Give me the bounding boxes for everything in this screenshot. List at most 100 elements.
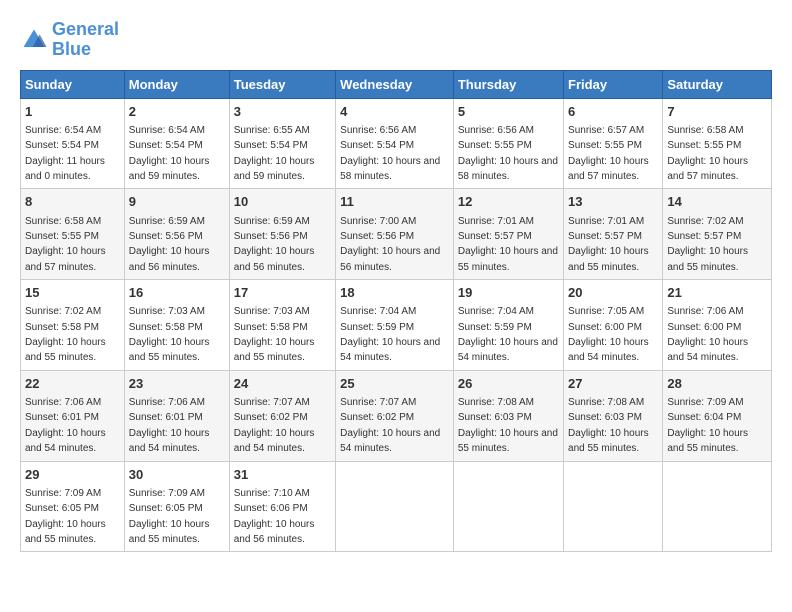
day-sunrise: Sunrise: 7:07 AM xyxy=(234,397,310,408)
weekday-header-saturday: Saturday xyxy=(663,70,772,98)
day-daylight: Daylight: 10 hours and 56 minutes. xyxy=(234,519,315,545)
calendar-cell: 4 Sunrise: 6:56 AM Sunset: 5:54 PM Dayli… xyxy=(336,98,454,189)
calendar-cell: 27 Sunrise: 7:08 AM Sunset: 6:03 PM Dayl… xyxy=(564,370,663,461)
calendar-cell: 19 Sunrise: 7:04 AM Sunset: 5:59 PM Dayl… xyxy=(453,280,563,371)
day-sunrise: Sunrise: 6:54 AM xyxy=(129,125,205,136)
day-number: 4 xyxy=(340,103,449,121)
day-sunset: Sunset: 6:00 PM xyxy=(568,322,642,333)
day-daylight: Daylight: 10 hours and 54 minutes. xyxy=(129,428,210,454)
day-sunset: Sunset: 6:01 PM xyxy=(129,412,203,423)
day-daylight: Daylight: 10 hours and 57 minutes. xyxy=(667,156,748,182)
weekday-header-tuesday: Tuesday xyxy=(229,70,335,98)
day-daylight: Daylight: 10 hours and 56 minutes. xyxy=(129,246,210,272)
day-sunset: Sunset: 5:59 PM xyxy=(458,322,532,333)
day-sunset: Sunset: 5:55 PM xyxy=(568,140,642,151)
calendar-cell: 21 Sunrise: 7:06 AM Sunset: 6:00 PM Dayl… xyxy=(663,280,772,371)
day-number: 17 xyxy=(234,284,331,302)
day-daylight: Daylight: 10 hours and 55 minutes. xyxy=(458,246,558,272)
day-sunrise: Sunrise: 7:06 AM xyxy=(667,306,743,317)
day-daylight: Daylight: 10 hours and 56 minutes. xyxy=(340,246,440,272)
day-sunrise: Sunrise: 7:01 AM xyxy=(458,216,534,227)
day-sunset: Sunset: 5:55 PM xyxy=(667,140,741,151)
day-sunset: Sunset: 5:54 PM xyxy=(234,140,308,151)
week-row-5: 29 Sunrise: 7:09 AM Sunset: 6:05 PM Dayl… xyxy=(21,461,772,552)
day-daylight: Daylight: 10 hours and 54 minutes. xyxy=(25,428,106,454)
day-sunset: Sunset: 6:03 PM xyxy=(568,412,642,423)
day-daylight: Daylight: 10 hours and 54 minutes. xyxy=(667,337,748,363)
day-sunrise: Sunrise: 7:06 AM xyxy=(129,397,205,408)
day-sunset: Sunset: 6:04 PM xyxy=(667,412,741,423)
day-number: 12 xyxy=(458,193,559,211)
day-number: 20 xyxy=(568,284,658,302)
calendar-cell: 23 Sunrise: 7:06 AM Sunset: 6:01 PM Dayl… xyxy=(124,370,229,461)
day-sunset: Sunset: 6:02 PM xyxy=(340,412,414,423)
calendar-cell xyxy=(564,461,663,552)
day-daylight: Daylight: 10 hours and 54 minutes. xyxy=(234,428,315,454)
calendar-cell: 28 Sunrise: 7:09 AM Sunset: 6:04 PM Dayl… xyxy=(663,370,772,461)
day-sunrise: Sunrise: 7:05 AM xyxy=(568,306,644,317)
day-sunrise: Sunrise: 7:09 AM xyxy=(667,397,743,408)
day-sunset: Sunset: 5:57 PM xyxy=(568,231,642,242)
weekday-header-friday: Friday xyxy=(564,70,663,98)
day-number: 31 xyxy=(234,466,331,484)
day-number: 2 xyxy=(129,103,225,121)
day-sunrise: Sunrise: 6:57 AM xyxy=(568,125,644,136)
day-daylight: Daylight: 10 hours and 54 minutes. xyxy=(340,428,440,454)
page-header: General Blue xyxy=(20,20,772,60)
day-sunset: Sunset: 5:54 PM xyxy=(340,140,414,151)
weekday-header-monday: Monday xyxy=(124,70,229,98)
day-sunrise: Sunrise: 7:04 AM xyxy=(458,306,534,317)
logo-text: General Blue xyxy=(52,20,119,60)
calendar-cell xyxy=(453,461,563,552)
day-daylight: Daylight: 10 hours and 55 minutes. xyxy=(25,519,106,545)
calendar-cell: 30 Sunrise: 7:09 AM Sunset: 6:05 PM Dayl… xyxy=(124,461,229,552)
day-number: 27 xyxy=(568,375,658,393)
day-daylight: Daylight: 10 hours and 55 minutes. xyxy=(458,428,558,454)
day-sunset: Sunset: 5:58 PM xyxy=(234,322,308,333)
day-number: 25 xyxy=(340,375,449,393)
day-number: 3 xyxy=(234,103,331,121)
day-sunrise: Sunrise: 7:03 AM xyxy=(129,306,205,317)
calendar-cell: 26 Sunrise: 7:08 AM Sunset: 6:03 PM Dayl… xyxy=(453,370,563,461)
day-number: 9 xyxy=(129,193,225,211)
day-sunrise: Sunrise: 6:55 AM xyxy=(234,125,310,136)
calendar-cell: 8 Sunrise: 6:58 AM Sunset: 5:55 PM Dayli… xyxy=(21,189,125,280)
calendar-cell: 25 Sunrise: 7:07 AM Sunset: 6:02 PM Dayl… xyxy=(336,370,454,461)
day-sunrise: Sunrise: 7:02 AM xyxy=(25,306,101,317)
day-daylight: Daylight: 10 hours and 54 minutes. xyxy=(340,337,440,363)
calendar-table: SundayMondayTuesdayWednesdayThursdayFrid… xyxy=(20,70,772,553)
day-sunset: Sunset: 6:06 PM xyxy=(234,503,308,514)
day-number: 13 xyxy=(568,193,658,211)
calendar-cell: 15 Sunrise: 7:02 AM Sunset: 5:58 PM Dayl… xyxy=(21,280,125,371)
calendar-cell xyxy=(336,461,454,552)
calendar-cell xyxy=(663,461,772,552)
calendar-cell: 29 Sunrise: 7:09 AM Sunset: 6:05 PM Dayl… xyxy=(21,461,125,552)
day-sunset: Sunset: 5:59 PM xyxy=(340,322,414,333)
day-daylight: Daylight: 10 hours and 55 minutes. xyxy=(25,337,106,363)
calendar-cell: 3 Sunrise: 6:55 AM Sunset: 5:54 PM Dayli… xyxy=(229,98,335,189)
day-sunset: Sunset: 5:54 PM xyxy=(129,140,203,151)
day-daylight: Daylight: 10 hours and 57 minutes. xyxy=(25,246,106,272)
day-sunset: Sunset: 6:05 PM xyxy=(129,503,203,514)
day-number: 21 xyxy=(667,284,767,302)
day-sunset: Sunset: 6:03 PM xyxy=(458,412,532,423)
day-number: 19 xyxy=(458,284,559,302)
day-number: 29 xyxy=(25,466,120,484)
day-daylight: Daylight: 10 hours and 55 minutes. xyxy=(568,428,649,454)
logo-icon xyxy=(20,26,48,54)
calendar-cell: 14 Sunrise: 7:02 AM Sunset: 5:57 PM Dayl… xyxy=(663,189,772,280)
calendar-cell: 1 Sunrise: 6:54 AM Sunset: 5:54 PM Dayli… xyxy=(21,98,125,189)
calendar-cell: 16 Sunrise: 7:03 AM Sunset: 5:58 PM Dayl… xyxy=(124,280,229,371)
day-daylight: Daylight: 10 hours and 54 minutes. xyxy=(568,337,649,363)
day-number: 11 xyxy=(340,193,449,211)
day-daylight: Daylight: 10 hours and 58 minutes. xyxy=(340,156,440,182)
calendar-cell: 2 Sunrise: 6:54 AM Sunset: 5:54 PM Dayli… xyxy=(124,98,229,189)
day-number: 6 xyxy=(568,103,658,121)
day-sunrise: Sunrise: 6:56 AM xyxy=(340,125,416,136)
calendar-cell: 9 Sunrise: 6:59 AM Sunset: 5:56 PM Dayli… xyxy=(124,189,229,280)
day-number: 15 xyxy=(25,284,120,302)
calendar-cell: 11 Sunrise: 7:00 AM Sunset: 5:56 PM Dayl… xyxy=(336,189,454,280)
day-number: 8 xyxy=(25,193,120,211)
day-number: 24 xyxy=(234,375,331,393)
day-sunrise: Sunrise: 6:59 AM xyxy=(129,216,205,227)
